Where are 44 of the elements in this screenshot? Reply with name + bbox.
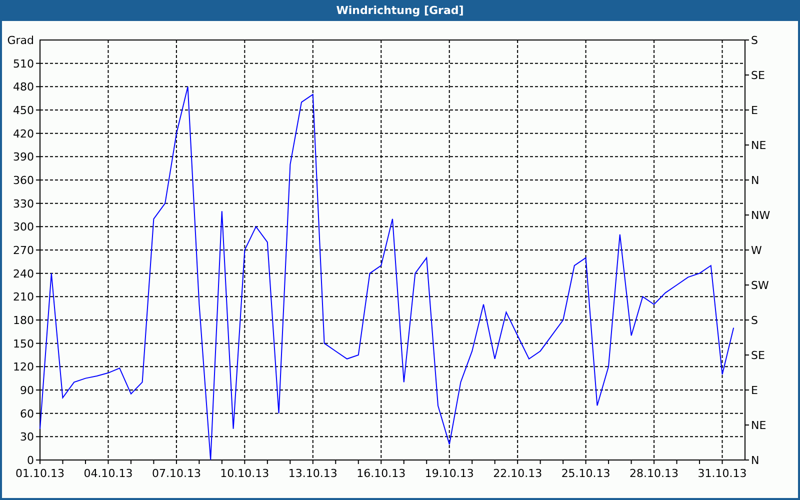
y-axis-label: 420 (13, 127, 34, 140)
compass-axis-label: S (751, 34, 758, 47)
compass-axis-label: SE (751, 69, 765, 82)
y-axis-label: 30 (20, 430, 34, 444)
y-axis-label: 0 (27, 454, 34, 467)
compass-axis-label: NE (751, 139, 766, 152)
x-axis-label: 19.10.13 (424, 467, 474, 480)
y-axis-label: 360 (13, 174, 34, 187)
x-axis-label: 07.10.13 (152, 467, 201, 480)
y-axis-label: 480 (13, 80, 34, 94)
y-axis-label: 330 (13, 197, 34, 210)
x-axis-label: 28.10.13 (630, 467, 679, 480)
compass-axis-label: SW (751, 279, 769, 292)
y-axis-label: 270 (13, 244, 34, 257)
y-axis-label: 240 (13, 267, 34, 280)
x-axis-label: 04.10.13 (84, 467, 133, 480)
y-axis-label: 390 (13, 150, 34, 164)
compass-axis-label: E (751, 104, 758, 117)
compass-axis-label: N (751, 454, 760, 467)
x-axis-label: 10.10.13 (220, 467, 270, 480)
y-axis-label: 60 (20, 407, 34, 420)
compass-axis-label: N (751, 174, 760, 187)
x-axis-label: 22.10.13 (493, 467, 542, 480)
y-axis-title: Grad (7, 34, 34, 47)
y-axis-label: 150 (13, 337, 34, 350)
compass-axis-label: S (751, 314, 758, 327)
compass-axis-label: E (751, 384, 758, 397)
compass-axis-label: NW (751, 209, 770, 222)
y-axis-label: 210 (13, 290, 34, 304)
x-axis-label: 31.10.13 (698, 467, 747, 480)
compass-axis-label: NE (751, 419, 766, 432)
y-axis-label: 300 (13, 220, 34, 234)
window-title: Windrichtung [Grad] (336, 3, 464, 20)
y-axis-label: 510 (13, 57, 34, 70)
y-axis-label: 120 (13, 360, 34, 374)
y-axis-label: 90 (20, 384, 34, 397)
compass-axis-label: W (751, 244, 762, 257)
x-axis-label: 25.10.13 (561, 467, 610, 480)
y-axis-label: 180 (13, 314, 34, 327)
compass-axis-label: SE (751, 349, 765, 362)
y-axis-label: 450 (13, 104, 34, 117)
x-axis-label: 01.10.13 (16, 467, 64, 480)
x-axis-label: 16.10.13 (356, 467, 406, 480)
x-axis-label: 13.10.13 (288, 467, 338, 480)
